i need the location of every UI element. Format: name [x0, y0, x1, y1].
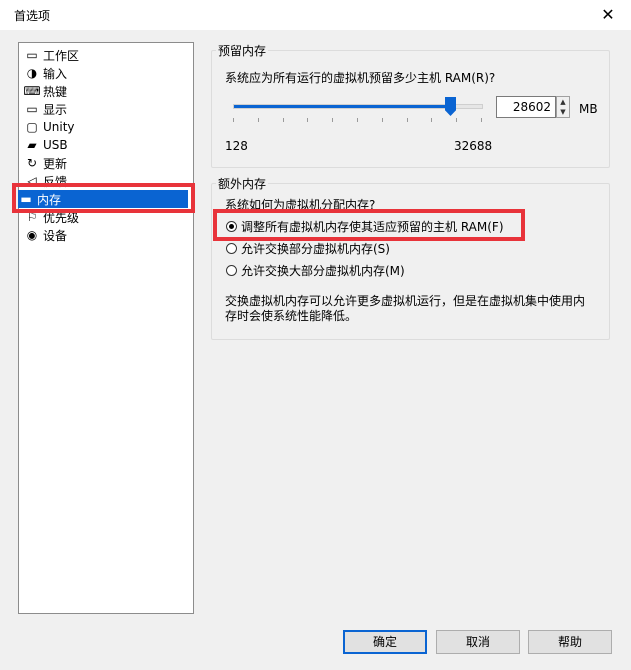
slider-tick	[456, 118, 457, 122]
memory-value-input[interactable]: 28602	[496, 96, 556, 118]
help-button[interactable]: 帮助	[528, 630, 612, 654]
sidebar-item-0[interactable]: ▭ 工作区	[24, 46, 189, 64]
sidebar-item-label: 工作区	[43, 48, 80, 63]
sidebar-item-6[interactable]: ↻ 更新	[24, 154, 189, 172]
slider-tick	[258, 118, 259, 122]
radio-swap-most-label: 允许交换大部分虚拟机内存(M)	[241, 264, 405, 278]
extra-memory-legend: 额外内存	[218, 177, 267, 191]
slider-max-label: 32688	[454, 139, 493, 153]
slider-min-label: 128	[225, 139, 248, 153]
sidebar-item-2[interactable]: ⌨ 热键	[23, 82, 189, 100]
spin-down-icon[interactable]: ▼	[557, 107, 569, 117]
refresh-icon: ↻	[26, 156, 38, 170]
cancel-button[interactable]: 取消	[436, 630, 520, 654]
sidebar-item-4[interactable]: ▢ Unity	[24, 118, 189, 136]
slider-tick	[407, 118, 408, 122]
sidebar-item-1[interactable]: ◑ 输入	[24, 64, 189, 82]
slider-tick	[481, 118, 482, 122]
slider-tick	[431, 118, 432, 122]
radio-swap-most[interactable]: 允许交换大部分虚拟机内存(M)	[226, 262, 405, 279]
sidebar-item-label: USB	[43, 138, 68, 152]
sidebar-item-5[interactable]: ▰ USB	[24, 136, 189, 154]
sidebar-item-10[interactable]: ◉ 设备	[24, 226, 189, 244]
mouse-icon: ◑	[26, 66, 38, 80]
sidebar-item-label: 设备	[43, 228, 68, 243]
memory-unit: MB	[579, 102, 598, 116]
sidebar-item-label: Unity	[43, 120, 75, 134]
keyboard-icon: ⌨	[23, 84, 41, 98]
unity-icon: ▢	[26, 120, 38, 134]
slider-tick	[357, 118, 358, 122]
highlight-box-option	[213, 209, 525, 241]
slider-tick	[307, 118, 308, 122]
ok-button[interactable]: 确定	[343, 630, 427, 654]
reserved-question: 系统应为所有运行的虚拟机预留多少主机 RAM(R)?	[225, 71, 496, 85]
monitor-icon: ▭	[26, 102, 38, 116]
sidebar-item-3[interactable]: ▭ 显示	[24, 100, 189, 118]
title-bar: 首选项 ✕	[0, 0, 631, 30]
sidebar-item-label: 显示	[43, 102, 68, 117]
slider-tick	[283, 118, 284, 122]
workspace-icon: ▭	[26, 48, 38, 62]
window-title: 首选项	[14, 9, 51, 23]
sidebar-item-label: 输入	[43, 66, 68, 81]
slider-tick	[382, 118, 383, 122]
usb-icon: ▰	[27, 138, 37, 152]
spin-up-icon[interactable]: ▲	[557, 97, 569, 107]
reserved-memory-legend: 预留内存	[218, 44, 267, 58]
radio-swap-some[interactable]: 允许交换部分虚拟机内存(S)	[226, 240, 390, 257]
memory-slider-fill	[234, 105, 451, 108]
radio-icon[interactable]	[226, 243, 237, 254]
memory-spinner[interactable]: ▲ ▼	[556, 96, 570, 118]
slider-tick	[332, 118, 333, 122]
highlight-box-memory	[12, 183, 195, 213]
radio-swap-some-label: 允许交换部分虚拟机内存(S)	[241, 242, 390, 256]
radio-icon[interactable]	[226, 265, 237, 276]
sidebar-item-label: 更新	[43, 156, 68, 171]
extra-note-line2: 存时会使系统性能降低。	[225, 309, 358, 323]
slider-tick	[233, 118, 234, 122]
close-icon[interactable]: ✕	[593, 2, 623, 28]
sidebar-item-label: 热键	[43, 84, 68, 99]
device-icon: ◉	[26, 228, 38, 242]
